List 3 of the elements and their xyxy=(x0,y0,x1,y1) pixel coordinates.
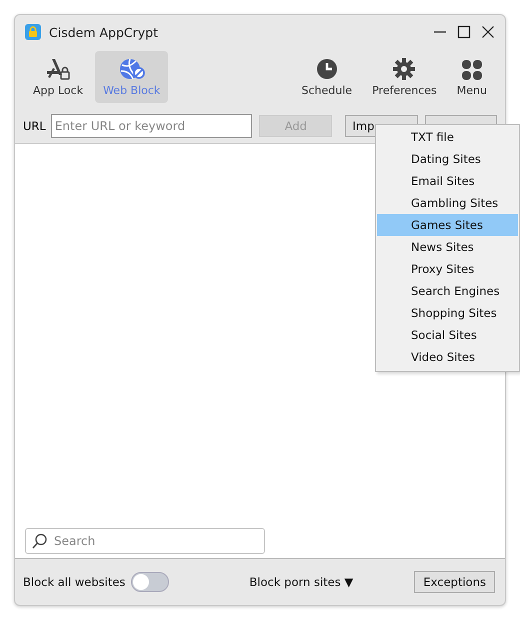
window-title: Cisdem AppCrypt xyxy=(49,24,160,40)
url-label: URL xyxy=(23,119,46,133)
block-all-label: Block all websites xyxy=(23,575,126,589)
